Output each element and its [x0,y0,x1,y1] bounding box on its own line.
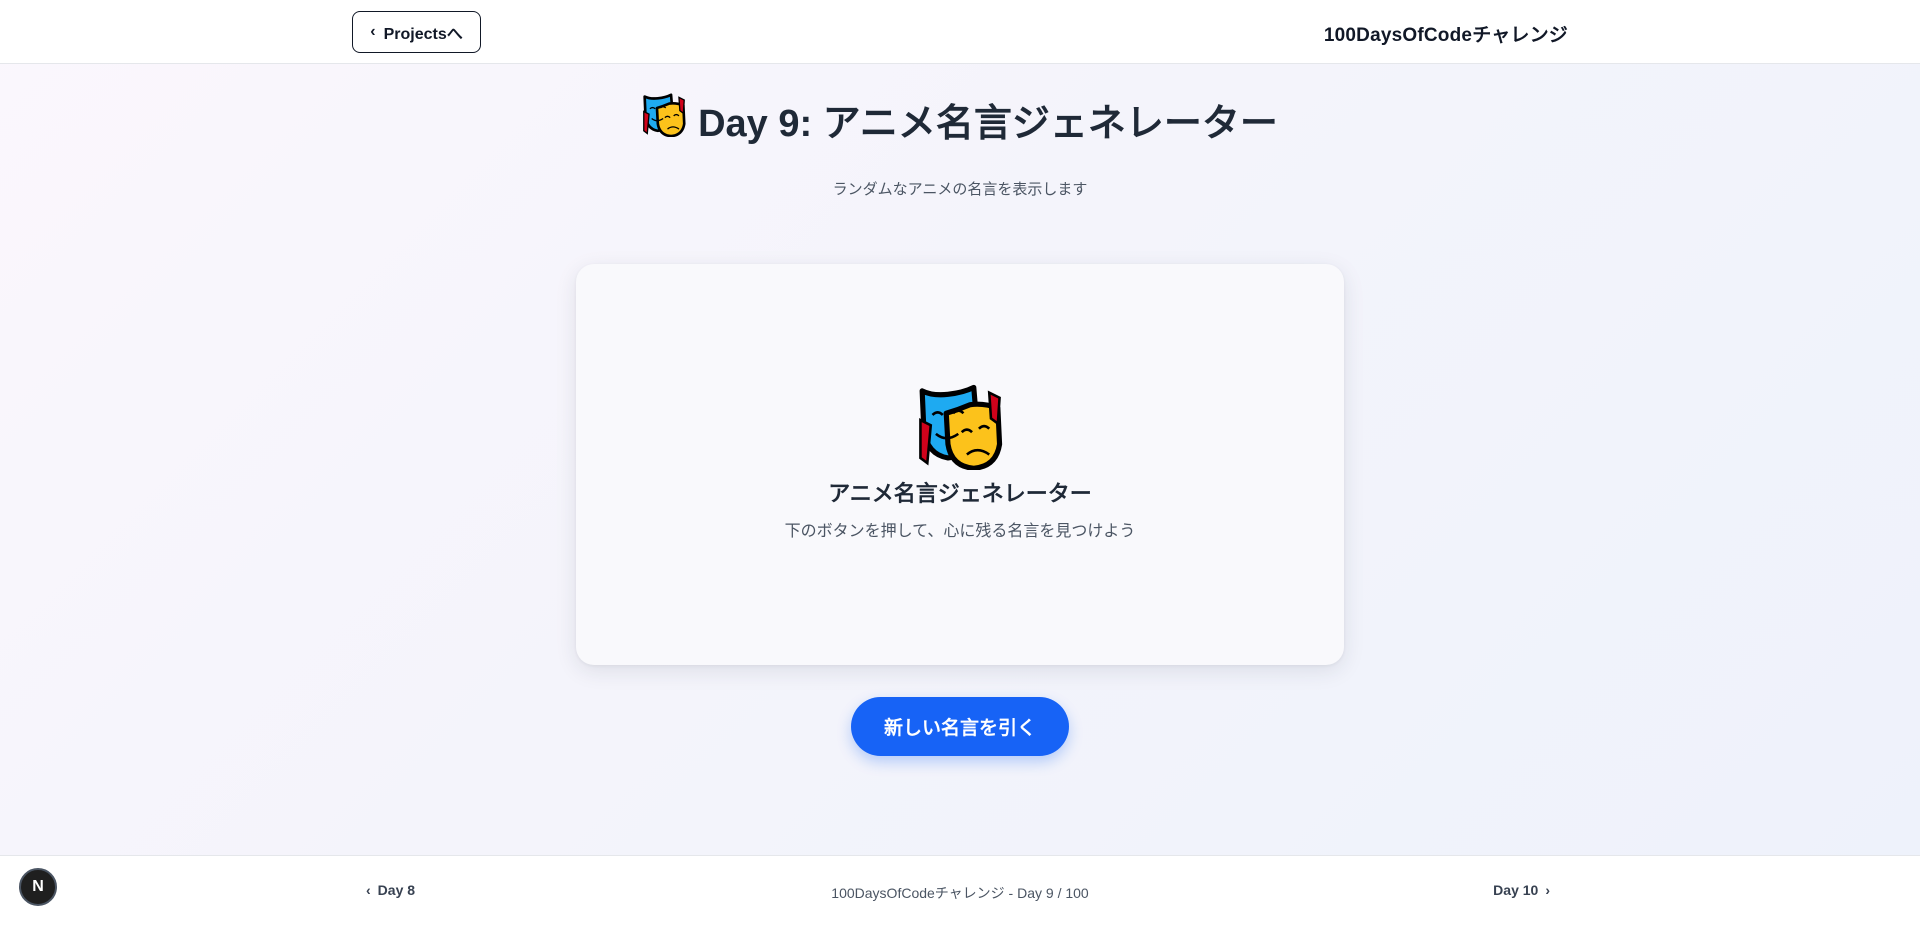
new-quote-button[interactable]: 新しい名言を引く [851,697,1069,756]
next-day-label: Day 10 [1493,882,1539,898]
back-button-label: Projectsへ [383,26,463,43]
back-to-projects-button[interactable]: ‹ Projectsへ [352,11,481,53]
page-title: Day 9: アニメ名言ジェネレーター [0,92,1920,147]
page-subtitle: ランダムなアニメの名言を表示します [832,181,1088,198]
chevron-right-icon: › [1545,882,1550,898]
nextjs-dev-badge[interactable]: N [19,868,57,906]
progress-text: 100DaysOfCodeチャレンジ - Day 9 / 100 [831,885,1089,901]
brand-title: 100DaysOfCodeチャレンジ [1323,25,1568,46]
top-header: ‹ Projectsへ 100DaysOfCodeチャレンジ [0,0,1920,64]
card-title: アニメ名言ジェネレーター [828,481,1092,506]
page-title-text: Day 9: アニメ名言ジェネレーター [698,103,1278,145]
prev-day-link[interactable]: ‹ Day 8 [366,882,415,898]
card-description: 下のボタンを押して、心に残る名言を見つけよう [784,523,1136,540]
chevron-left-icon: ‹ [366,882,371,898]
footer-nav: ‹ Day 8 100DaysOfCodeチャレンジ - Day 9 / 100… [0,855,1920,925]
quote-card: アニメ名言ジェネレーター 下のボタンを押して、心に残る名言を見つけよう [576,264,1344,665]
performing-arts-icon [642,92,686,147]
chevron-left-icon: ‹ [370,23,376,40]
performing-arts-icon [576,384,1344,470]
prev-day-label: Day 8 [377,882,416,898]
next-day-link[interactable]: Day 10 › [1493,882,1550,898]
